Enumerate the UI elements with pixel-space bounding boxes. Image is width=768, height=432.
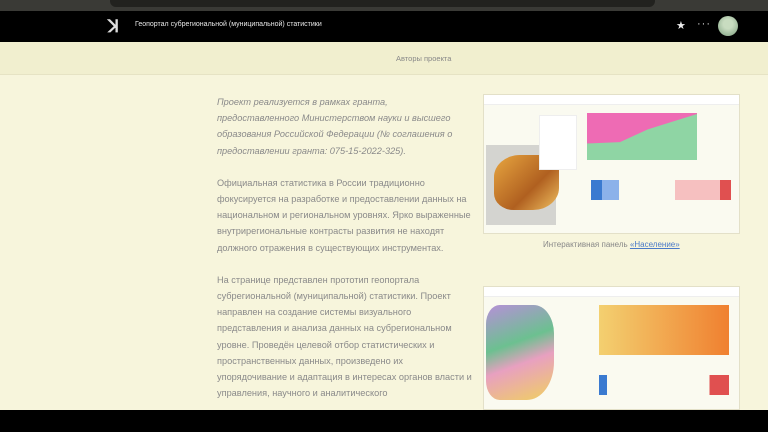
prototype-paragraph: На странице представлен прототип геопорт…: [217, 274, 472, 399]
grant-paragraph: Проект реализуется в рамках гранта, пред…: [217, 97, 453, 156]
intro-paragraph: Официальная статистика в России традицио…: [217, 177, 471, 253]
panel-header: [484, 287, 739, 297]
panel-caption: Интерактивная панель «Население»: [543, 240, 680, 249]
heat-chart-thumbnail: [599, 305, 729, 355]
nav-link-authors[interactable]: Авторы проекта: [396, 54, 451, 63]
sub-navigation: Авторы проекта: [0, 42, 768, 75]
population-panel-preview[interactable]: [483, 94, 740, 234]
population-panel-link[interactable]: «Население»: [630, 240, 680, 249]
address-bar[interactable]: [110, 0, 655, 7]
app-header: ꓘ Геопортал субрегиональной (муниципальн…: [0, 11, 768, 42]
star-icon[interactable]: ★: [676, 19, 686, 32]
bottom-bar: [0, 410, 768, 432]
logo-icon[interactable]: ꓘ: [108, 17, 128, 37]
main-text: Проект реализуется в рамках гранта, пред…: [217, 94, 472, 417]
map-legend: [539, 115, 577, 170]
second-panel-preview[interactable]: [483, 286, 740, 410]
caption-text: Интерактивная панель: [543, 240, 630, 249]
bar-chart-thumbnail: [599, 375, 729, 395]
avatar[interactable]: [718, 16, 738, 36]
site-title[interactable]: Геопортал субрегиональной (муниципальной…: [135, 21, 322, 28]
map-thumbnail: [486, 305, 554, 400]
bar-chart-thumbnail: [591, 180, 731, 200]
panel-header: [484, 95, 739, 105]
more-icon[interactable]: ···: [697, 18, 711, 30]
browser-top-strip: [0, 0, 768, 11]
